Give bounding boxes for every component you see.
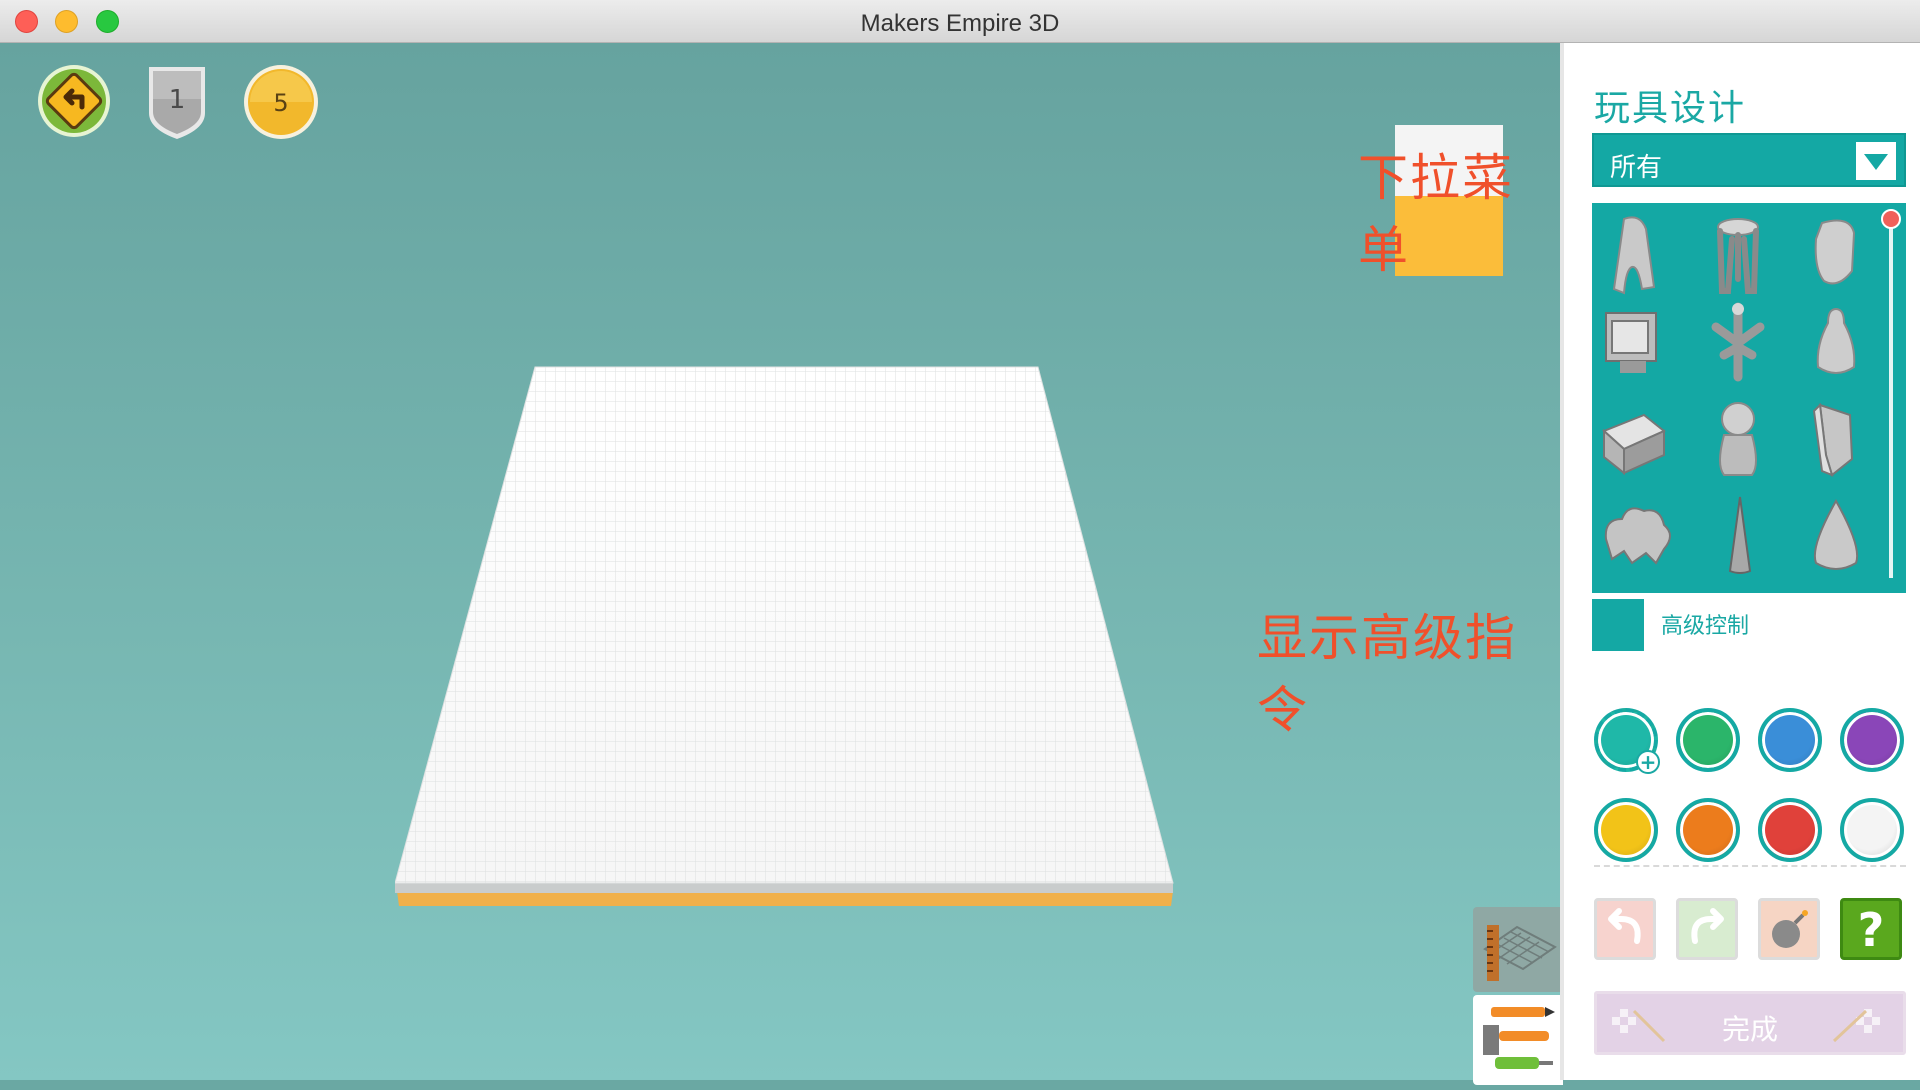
tools-icon (1483, 1007, 1555, 1069)
category-dropdown-value: 所有 (1610, 153, 1663, 183)
annotation-advanced-note: 显示高级指令 (1257, 609, 1517, 739)
category-dropdown[interactable]: 所有 (1592, 133, 1906, 187)
cube-shape-icon (1602, 413, 1666, 476)
back-button[interactable] (36, 63, 112, 139)
shape-pawn[interactable] (1792, 299, 1882, 389)
done-label: 完成 (1721, 1013, 1778, 1046)
help-button[interactable]: ? (1840, 898, 1902, 960)
wedge-block-shape-icon (1812, 402, 1854, 477)
pawn-shape-icon (1816, 307, 1856, 374)
ruler-grid-icon (1483, 925, 1557, 981)
color-swatch-red[interactable] (1758, 798, 1822, 862)
design-panel: 玩具设计 所有 高级控制 ? 完成 + (1560, 43, 1920, 1080)
back-arrow-icon (38, 65, 110, 137)
shape-library[interactable] (1592, 203, 1906, 593)
color-swatch-orange[interactable] (1676, 798, 1740, 862)
color-swatch-blue[interactable] (1758, 708, 1822, 772)
redo-arrow-icon (1691, 908, 1724, 944)
chevron-down-icon[interactable] (1856, 142, 1896, 180)
shape-spike[interactable] (1694, 489, 1784, 579)
shape-branch-stand[interactable] (1694, 299, 1784, 389)
shape-figure-head[interactable] (1694, 395, 1784, 485)
shape-cloud-blob[interactable] (1594, 489, 1684, 579)
shape-screen-box[interactable] (1594, 299, 1684, 389)
panel-title: 玩具设计 (1594, 88, 1747, 129)
cloud-blob-shape-icon (1604, 507, 1671, 565)
level-badge[interactable]: 1 (147, 63, 207, 141)
branch-stand-shape-icon (1711, 302, 1765, 382)
spike-shape-icon (1728, 496, 1752, 574)
screen-box-shape-icon (1605, 312, 1657, 373)
undo-arrow-icon (1608, 908, 1641, 944)
build-plate-grid (394, 366, 1174, 906)
shape-arch[interactable] (1594, 209, 1684, 299)
add-color-icon[interactable]: + (1636, 750, 1660, 774)
redo-button[interactable] (1676, 898, 1738, 960)
color-swatch-purple[interactable] (1840, 708, 1904, 772)
color-swatch-yellow[interactable] (1594, 798, 1658, 862)
design-viewport[interactable]: 1 5 下拉菜单 显示高级指令 (0, 43, 1563, 1085)
grid-toggle-button[interactable] (1473, 907, 1563, 992)
annotation-dropdown-note: 下拉菜单 (1358, 149, 1514, 279)
advanced-control-label: 高级控制 (1661, 614, 1750, 639)
stool-shape-icon (1717, 218, 1759, 294)
done-button[interactable]: 完成 (1594, 991, 1906, 1055)
shape-drop[interactable] (1792, 489, 1882, 579)
panel-divider (1594, 865, 1906, 867)
coin-count: 5 (273, 89, 289, 117)
egg-shape-icon (1814, 219, 1856, 285)
shape-egg[interactable] (1792, 209, 1882, 299)
color-swatch-white[interactable] (1840, 798, 1904, 862)
shape-scrollbar[interactable] (1889, 223, 1893, 578)
bomb-icon (1772, 910, 1808, 948)
coin-counter[interactable]: 5 (242, 63, 320, 141)
build-plate[interactable] (394, 361, 1195, 921)
shape-wedge-block[interactable] (1792, 395, 1882, 485)
undo-button[interactable] (1594, 898, 1656, 960)
arch-shape-icon (1612, 216, 1656, 295)
title-bar: Makers Empire 3D (0, 0, 1920, 43)
shape-stool[interactable] (1694, 209, 1784, 299)
window-title: Makers Empire 3D (860, 10, 1060, 37)
level-number: 1 (168, 85, 186, 115)
shape-scrollbar-handle[interactable] (1881, 209, 1901, 229)
tools-button[interactable] (1473, 995, 1563, 1085)
color-swatch-green[interactable] (1676, 708, 1740, 772)
drop-shape-icon (1813, 498, 1859, 570)
advanced-control-checkbox[interactable] (1592, 599, 1644, 651)
help-label: ? (1857, 903, 1885, 957)
clear-bomb-button[interactable] (1758, 898, 1820, 960)
figure-head-shape-icon (1719, 402, 1757, 476)
color-swatch-teal-custom[interactable]: + (1594, 708, 1660, 774)
shape-cube[interactable] (1594, 395, 1684, 485)
